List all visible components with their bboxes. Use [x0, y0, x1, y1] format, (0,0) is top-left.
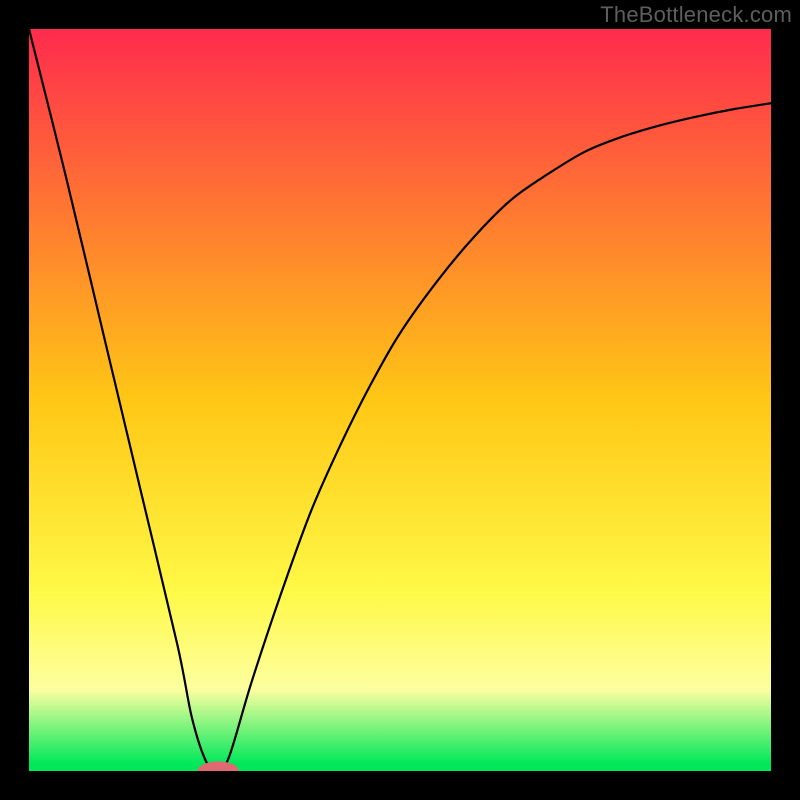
plot-area [29, 29, 771, 771]
chart-frame: TheBottleneck.com [0, 0, 800, 800]
gradient-background [29, 29, 771, 771]
chart-svg [29, 29, 771, 771]
watermark-text: TheBottleneck.com [600, 2, 792, 28]
